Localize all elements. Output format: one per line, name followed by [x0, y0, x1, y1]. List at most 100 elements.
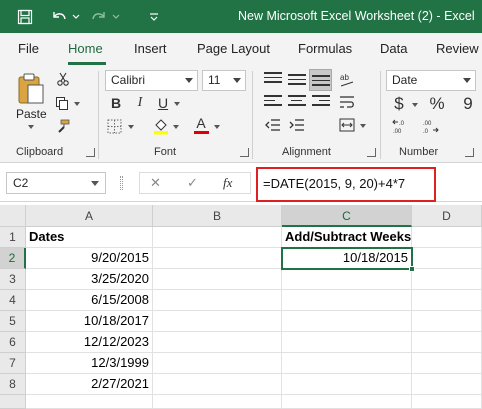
undo-dropdown-icon[interactable]: [70, 0, 82, 33]
column-header-c[interactable]: C: [282, 205, 412, 227]
cell-c3[interactable]: [282, 269, 412, 290]
cell-b5[interactable]: [153, 311, 282, 332]
cell-b3[interactable]: [153, 269, 282, 290]
column-header-d[interactable]: D: [412, 205, 482, 227]
bold-button[interactable]: B: [108, 94, 124, 112]
cell-a4[interactable]: 6/15/2008: [26, 290, 153, 311]
cell-b2[interactable]: [153, 248, 282, 269]
cell-d1[interactable]: [412, 227, 482, 248]
underline-button[interactable]: U: [155, 94, 171, 112]
italic-button[interactable]: I: [132, 94, 148, 112]
align-left-icon[interactable]: [264, 95, 282, 109]
font-color-dropdown-icon[interactable]: [214, 125, 220, 129]
cell-d6[interactable]: [412, 332, 482, 353]
cell-a6[interactable]: 12/12/2023: [26, 332, 153, 353]
currency-button[interactable]: $: [390, 93, 408, 115]
fill-handle[interactable]: [409, 266, 415, 272]
row-header-8[interactable]: 8: [0, 374, 26, 395]
merge-center-icon[interactable]: [338, 117, 356, 133]
column-header-b[interactable]: B: [153, 205, 282, 227]
row-header-9[interactable]: [0, 395, 26, 409]
copy-dropdown-icon[interactable]: [74, 102, 80, 106]
name-box[interactable]: C2: [6, 172, 106, 194]
borders-icon[interactable]: [105, 117, 123, 135]
currency-dropdown-icon[interactable]: [412, 103, 418, 107]
cell-d2[interactable]: [412, 248, 482, 269]
row-header-3[interactable]: 3: [0, 269, 26, 290]
cell-a8[interactable]: 2/27/2021: [26, 374, 153, 395]
cell-c4[interactable]: [282, 290, 412, 311]
align-center-icon[interactable]: [288, 95, 306, 109]
cell-b8[interactable]: [153, 374, 282, 395]
row-header-5[interactable]: 5: [0, 311, 26, 332]
redo-dropdown-icon[interactable]: [110, 0, 122, 33]
cell-c6[interactable]: [282, 332, 412, 353]
font-launcher-icon[interactable]: [240, 148, 249, 157]
cell-b4[interactable]: [153, 290, 282, 311]
number-launcher-icon[interactable]: [465, 148, 474, 157]
fill-color-icon[interactable]: [152, 116, 170, 136]
tab-data[interactable]: Data: [380, 41, 407, 56]
paste-icon[interactable]: [14, 71, 48, 107]
cell-a5[interactable]: 10/18/2017: [26, 311, 153, 332]
tab-insert[interactable]: Insert: [134, 41, 167, 56]
alignment-launcher-icon[interactable]: [367, 148, 376, 157]
merge-dropdown-icon[interactable]: [360, 124, 366, 128]
save-icon[interactable]: [14, 0, 36, 33]
cell-b1[interactable]: [153, 227, 282, 248]
cell-b6[interactable]: [153, 332, 282, 353]
cell-c5[interactable]: [282, 311, 412, 332]
decrease-decimal-icon[interactable]: .00.0: [420, 117, 442, 135]
cell-a7[interactable]: 12/3/1999: [26, 353, 153, 374]
wrap-text-icon[interactable]: [338, 93, 356, 111]
row-header-2[interactable]: 2: [0, 248, 26, 269]
row-header-1[interactable]: 1: [0, 227, 26, 248]
cancel-icon[interactable]: ✕: [150, 175, 161, 191]
cell-d3[interactable]: [412, 269, 482, 290]
tab-page-layout[interactable]: Page Layout: [197, 41, 270, 56]
row-header-4[interactable]: 4: [0, 290, 26, 311]
borders-dropdown-icon[interactable]: [128, 125, 134, 129]
column-header-a[interactable]: A: [26, 205, 153, 227]
tab-review[interactable]: Review: [436, 41, 479, 56]
underline-dropdown-icon[interactable]: [174, 102, 180, 106]
redo-icon[interactable]: [88, 0, 110, 33]
customize-toolbar-icon[interactable]: [146, 0, 162, 33]
font-name-combo[interactable]: Calibri: [105, 70, 198, 91]
align-top-icon[interactable]: [264, 72, 282, 86]
undo-icon[interactable]: [48, 0, 70, 33]
cell-d9[interactable]: [412, 395, 482, 409]
tab-formulas[interactable]: Formulas: [298, 41, 352, 56]
font-size-combo[interactable]: 11: [202, 70, 246, 91]
comma-style-button[interactable]: 9: [458, 93, 478, 115]
orientation-icon[interactable]: ab: [338, 71, 356, 89]
select-all-corner[interactable]: [0, 205, 26, 227]
number-format-combo[interactable]: Date: [386, 70, 476, 91]
fill-color-dropdown-icon[interactable]: [173, 125, 179, 129]
cell-d4[interactable]: [412, 290, 482, 311]
tab-home[interactable]: Home: [68, 41, 103, 56]
increase-decimal-icon[interactable]: .0.00: [390, 117, 412, 135]
font-color-button[interactable]: A: [192, 114, 210, 136]
copy-icon[interactable]: [54, 95, 70, 111]
insert-function-icon[interactable]: fx: [223, 175, 232, 191]
enter-icon[interactable]: ✓: [187, 175, 198, 191]
cell-b9[interactable]: [153, 395, 282, 409]
paste-dropdown-icon[interactable]: [28, 125, 34, 129]
cell-a2[interactable]: 9/20/2015: [26, 248, 153, 269]
cell-a1[interactable]: Dates: [26, 227, 153, 248]
tab-file[interactable]: File: [18, 41, 39, 56]
cut-icon[interactable]: [55, 71, 71, 87]
format-painter-icon[interactable]: [55, 118, 71, 134]
align-bottom-button[interactable]: [309, 69, 332, 91]
clipboard-launcher-icon[interactable]: [86, 148, 95, 157]
name-box-splitter[interactable]: [120, 176, 123, 190]
increase-indent-icon[interactable]: [288, 117, 306, 133]
row-header-6[interactable]: 6: [0, 332, 26, 353]
cell-c8[interactable]: [282, 374, 412, 395]
cell-d8[interactable]: [412, 374, 482, 395]
cell-c7[interactable]: [282, 353, 412, 374]
cell-c9[interactable]: [282, 395, 412, 409]
align-right-icon[interactable]: [312, 95, 330, 109]
cell-a3[interactable]: 3/25/2020: [26, 269, 153, 290]
